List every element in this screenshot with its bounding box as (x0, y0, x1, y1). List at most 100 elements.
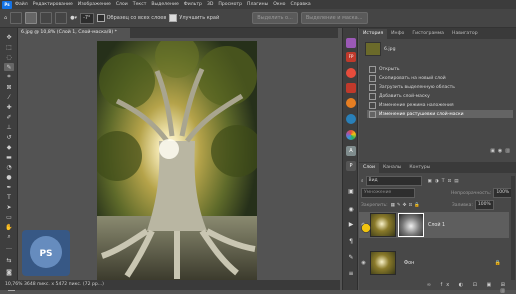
brush-add-icon[interactable] (40, 12, 53, 24)
menu-layers[interactable]: Слои (116, 2, 128, 7)
hand-tool-icon[interactable]: ✋ (4, 223, 14, 231)
a-icon[interactable]: A (346, 146, 356, 156)
eraser-tool-icon[interactable]: ◆ (4, 143, 14, 151)
stamp-tool-icon[interactable]: ⊥ (4, 123, 14, 131)
gradient-tool-icon[interactable]: ▬ (4, 153, 14, 161)
blend-mode-select[interactable]: Умножение (361, 188, 415, 198)
edit-toolbar-icon[interactable]: ⇆ (4, 256, 14, 264)
select-subject-button[interactable]: Выделить о... (252, 12, 298, 24)
history-item-label: Открыть (379, 66, 400, 72)
stop-icon[interactable] (346, 68, 356, 78)
dodge-tool-icon[interactable]: ● (4, 173, 14, 181)
pen-tool-icon[interactable]: ✒ (4, 183, 14, 191)
history-item[interactable]: Загрузить выделенную область (367, 83, 513, 91)
history-item[interactable]: Открыть (367, 65, 513, 73)
visibility-eye-icon[interactable]: ◉ (359, 260, 368, 266)
home-icon[interactable]: ⌂ (4, 13, 7, 24)
zoom-tool-icon[interactable]: ⌕ (4, 233, 14, 241)
rectangle-tool-icon[interactable]: ▭ (4, 213, 14, 221)
crop-tool-icon[interactable]: ⌗ (4, 73, 14, 81)
tab-layers[interactable]: Слои (359, 163, 379, 173)
history-step-icon (369, 65, 376, 73)
angle-field[interactable]: -7° (80, 12, 94, 24)
frame-tool-icon[interactable]: ⊠ (4, 83, 14, 91)
ai-icon[interactable] (346, 38, 356, 48)
sample-all-layers-checkbox[interactable]: Образец со всех слоев (96, 13, 167, 24)
move-tool-icon[interactable]: ✥ (4, 33, 14, 41)
p-icon[interactable]: P (346, 161, 356, 171)
watermark-text: PS (39, 249, 52, 259)
menu-view[interactable]: Просмотр (218, 2, 242, 7)
menu-type[interactable]: Текст (133, 2, 147, 7)
brush-subtract-icon[interactable] (55, 12, 68, 24)
layer-name: Слой 1 (428, 222, 446, 228)
type-tool-icon[interactable]: T (4, 193, 14, 201)
fill-field[interactable]: 100% (474, 200, 494, 210)
layers-scrollbar[interactable] (511, 176, 515, 280)
menu-file[interactable]: Файл (15, 2, 28, 7)
history-item-label: Скопировать на новый слой (379, 75, 446, 81)
history-item[interactable]: Добавить слой-маску (367, 92, 513, 100)
menu-window[interactable]: Окно (273, 2, 285, 7)
fp-icon[interactable]: FP (346, 52, 356, 62)
adjustments-icon[interactable]: ¶ (346, 238, 356, 248)
document-canvas[interactable] (97, 41, 257, 281)
color-wheel-icon[interactable] (346, 130, 356, 140)
brush-settings-icon[interactable]: ✎ (346, 254, 356, 264)
sample-all-layers-label: Образец со всех слоев (106, 15, 167, 21)
menu-edit[interactable]: Редактирование (33, 2, 73, 7)
quick-select-icon[interactable] (10, 12, 23, 24)
checkbox-box[interactable] (96, 14, 105, 22)
checkbox-box[interactable] (169, 14, 178, 22)
tab-histogram[interactable]: Гистограмма (408, 29, 448, 39)
blur-tool-icon[interactable]: ◔ (4, 163, 14, 171)
quick-mask-icon[interactable]: ◙ (4, 268, 14, 276)
enhance-edge-checkbox[interactable]: Улучшить край (169, 13, 219, 24)
brush-tool-icon[interactable]: ✐ (4, 113, 14, 121)
history-item[interactable]: Изменение режима наложения (367, 101, 513, 109)
more-tools-icon[interactable]: … (4, 243, 14, 251)
lock-icons[interactable]: ▦✎✥⊡🔒 (391, 203, 422, 208)
lasso-tool-icon[interactable]: ◌ (4, 53, 14, 61)
healing-tool-icon[interactable]: ✚ (4, 103, 14, 111)
marquee-tool-icon[interactable]: ⬚ (4, 43, 14, 51)
opacity-field[interactable]: 100% (493, 188, 513, 198)
properties-icon[interactable]: ≡ (346, 270, 356, 280)
menu-plugins[interactable]: Плагины (247, 2, 268, 7)
menu-filter[interactable]: Фильтр (184, 2, 202, 7)
brush-new-icon[interactable] (25, 12, 38, 24)
lock-row: Закрепить: ▦✎✥⊡🔒 Заливка: 100% (361, 200, 494, 210)
menu-select[interactable]: Выделение (151, 2, 178, 7)
tab-history[interactable]: История (359, 29, 388, 39)
select-and-mask-button[interactable]: Выделение и маска... (300, 12, 368, 24)
path-selection-tool-icon[interactable]: ➤ (4, 203, 14, 211)
red-plugin-icon[interactable] (346, 83, 356, 93)
play-icon[interactable]: ▶ (346, 221, 356, 231)
blue-circle-icon[interactable] (346, 114, 356, 124)
menu-image[interactable]: Изображение (78, 2, 111, 7)
tab-channels[interactable]: Каналы (379, 163, 405, 173)
color-panel-icon[interactable]: ◉ (346, 206, 356, 216)
history-snapshot[interactable]: 6.jpg (365, 42, 515, 56)
history-item[interactable]: Скопировать на новый слой (367, 74, 513, 82)
orange-plugin-icon[interactable] (346, 98, 356, 108)
history-panel-icon[interactable]: ▣ (346, 188, 356, 198)
layers-footer-icons[interactable]: ∞ fx ◐ ⊡ ▣ ⊞ ▥ (419, 282, 509, 294)
eyedropper-tool-icon[interactable]: ⁄ (4, 93, 14, 101)
history-brush-tool-icon[interactable]: ↺ (4, 133, 14, 141)
layer-filter-select[interactable]: Вид (365, 176, 422, 186)
menu-3d[interactable]: 3D (207, 2, 213, 7)
tab-info[interactable]: Инфо (387, 29, 408, 39)
document-tab[interactable]: 6.jpg @ 10,8% (Слой 1, Слой-маска/8) * (18, 28, 130, 38)
tab-paths[interactable]: Контуры (405, 163, 434, 173)
tab-navigator[interactable]: Навигатор (448, 29, 482, 39)
brush-size-icon[interactable]: ●▾ (70, 13, 77, 24)
layer-row-background[interactable]: ◉ Фон 🔒 (359, 250, 509, 276)
filter-icons[interactable]: ▣◑T⊡▤ (428, 179, 462, 184)
history-footer-icons[interactable]: ▣◉▥ (469, 148, 513, 156)
layer-row-layer1[interactable]: ◉ Слой 1 (359, 212, 509, 238)
layer-mask-thumbnail[interactable] (398, 213, 424, 237)
history-item-selected[interactable]: Изменение растушевки слой-маски (367, 110, 513, 118)
menu-help[interactable]: Справка (290, 2, 310, 7)
quick-selection-tool-icon[interactable]: ✎ (4, 63, 14, 71)
